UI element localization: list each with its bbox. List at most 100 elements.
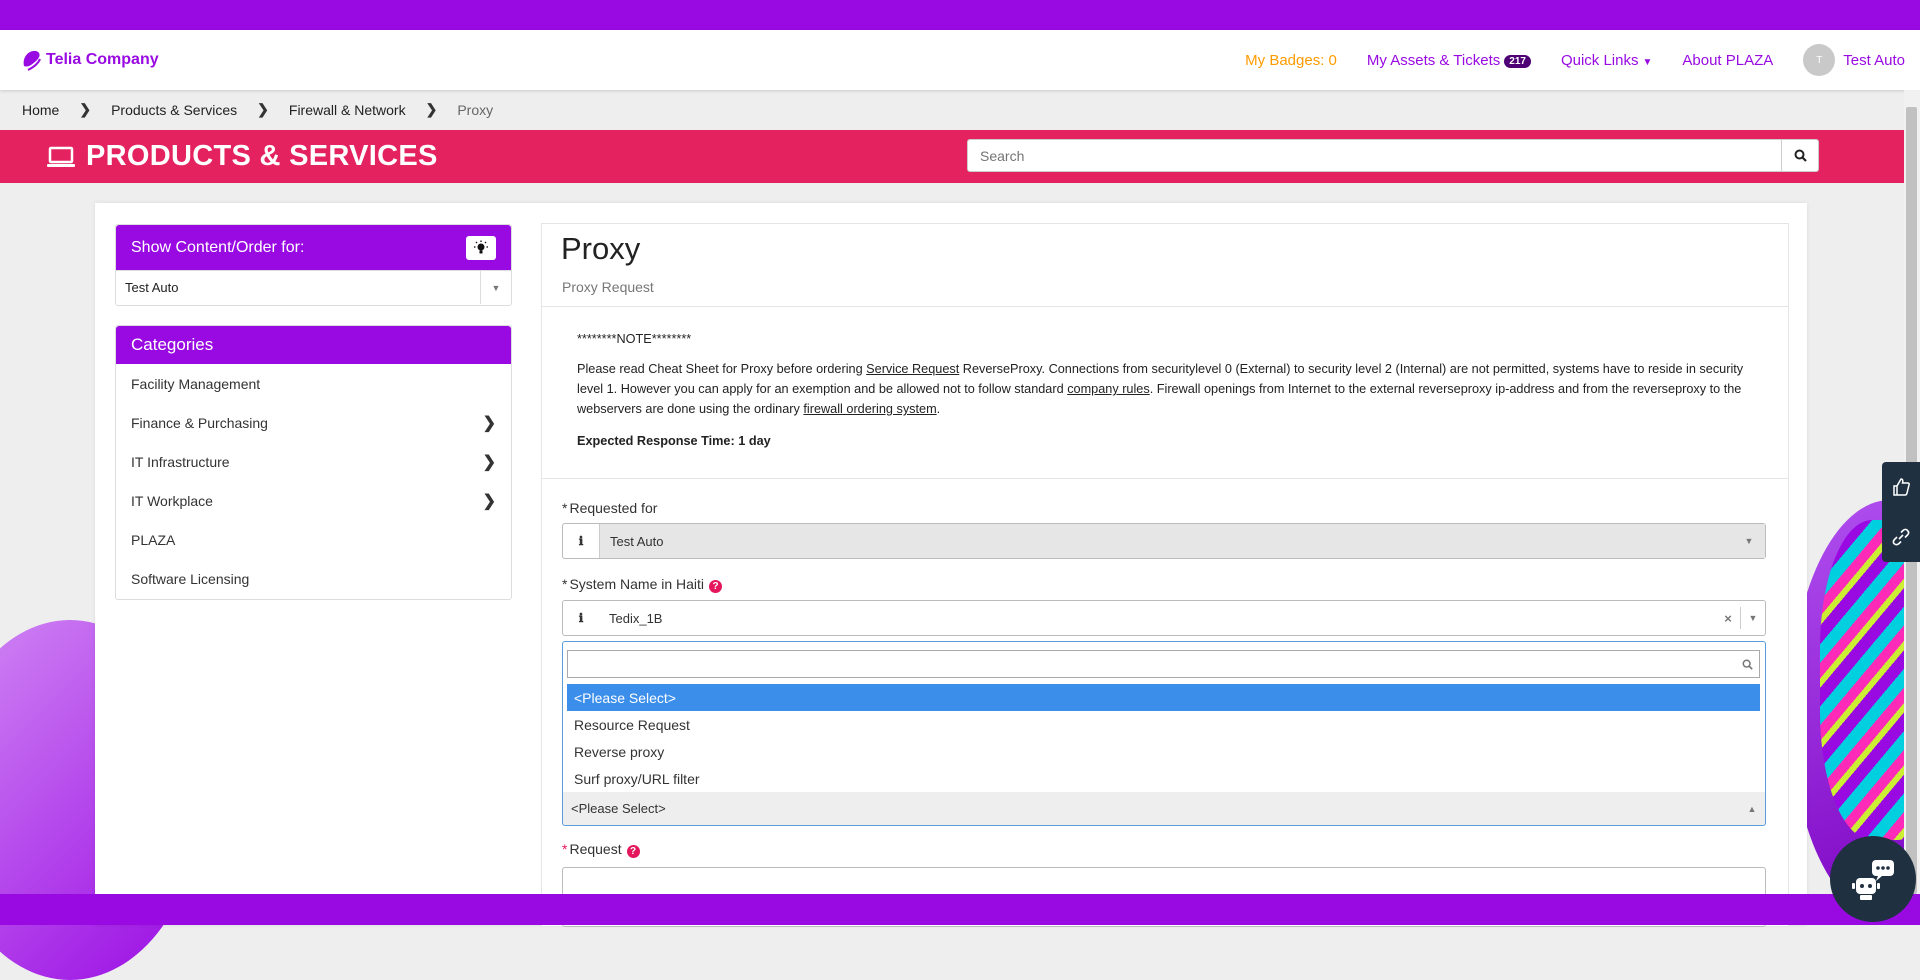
system-name-value: Tedix_1B [609,610,663,626]
caret-down-icon: ▼ [480,271,511,304]
categories-box: Categories Facility Management Finance &… [115,325,512,600]
note-text: . [936,402,941,416]
page-banner: PRODUCTS & SERVICES [0,130,1904,183]
category-label: Finance & Purchasing [131,414,268,431]
company-rules-link[interactable]: company rules [1067,382,1150,396]
category-facility-management[interactable]: Facility Management [116,364,511,403]
caret-up-icon: ▲ [1747,803,1757,814]
category-label: IT Infrastructure [131,453,230,470]
logo-text: Telia Company [46,51,159,68]
breadcrumb-home[interactable]: Home [22,102,59,118]
top-nav: My Badges: 0 My Assets & Tickets 217 Quic… [1245,30,1905,90]
chevron-right-icon: ❯ [257,101,269,117]
search-input[interactable] [968,140,1781,171]
search-button[interactable] [1781,140,1818,171]
info-icon[interactable]: ℹ [563,524,600,558]
about-plaza-link[interactable]: About PLAZA [1682,52,1773,69]
category-plaza[interactable]: PLAZA [116,520,511,559]
user-menu[interactable]: T Test Auto [1803,44,1905,76]
breadcrumb: Home ❯ Products & Services ❯ Firewall & … [22,101,493,118]
info-icon[interactable]: ℹ [563,601,599,635]
note-section: ********NOTE******** Please read Cheat S… [577,329,1757,451]
note-text: Please read Cheat Sheet for Proxy before… [577,362,867,376]
laptop-icon [47,146,75,167]
top-brand-bar [0,0,1920,30]
telia-logo[interactable]: Telia Company [20,48,159,72]
side-toolbar [1882,462,1920,562]
system-name-label-text: System Name in Haiti [569,576,705,592]
request-label: * Request? [562,841,640,858]
requested-for-label-text: Requested for [569,500,658,516]
banner-title: PRODUCTS & SERVICES [46,140,438,173]
requested-for-label: * Requested for [562,500,657,516]
requested-for-value: Test Auto [600,524,1765,558]
category-label: PLAZA [131,531,176,548]
breadcrumb-products-services[interactable]: Products & Services [111,102,237,118]
my-assets-tickets-link[interactable]: My Assets & Tickets 217 [1367,52,1531,69]
share-link-button[interactable] [1882,512,1920,562]
request-label-text: Request [569,841,622,857]
breadcrumb-current: Proxy [457,101,494,118]
dropdown-option[interactable]: Reverse proxy [567,738,1760,765]
help-icon[interactable]: ? [626,845,640,858]
quick-links-menu[interactable]: Quick Links ▼ [1561,52,1652,69]
telia-logo-icon [23,50,41,71]
dropdown-option[interactable]: Resource Request [567,711,1760,738]
my-badges-link[interactable]: My Badges: 0 [1245,52,1337,69]
show-content-header: Show Content/Order for: [116,225,511,270]
required-marker: * [562,500,568,516]
feedback-button[interactable] [1882,462,1920,512]
category-finance-purchasing[interactable]: Finance & Purchasing ❯ [116,403,511,442]
category-software-licensing[interactable]: Software Licensing [116,559,511,598]
category-label: Software Licensing [131,570,250,587]
request-type-value: <Please Select> [571,801,666,816]
requested-for-field[interactable]: ℹ Test Auto ▼ [562,523,1766,559]
chatbot-button[interactable] [1830,836,1916,922]
thumbs-up-icon [1893,478,1910,496]
user-name: Test Auto [1843,51,1905,69]
category-it-workplace[interactable]: IT Workplace ❯ [116,481,511,520]
caret-down-icon: ▼ [1642,56,1653,68]
chatbot-icon [1852,860,1894,900]
response-time: Expected Response Time: 1 day [577,434,771,448]
chevron-right-icon: ❯ [79,101,92,117]
site-header: Telia Company My Badges: 0 My Assets & T… [0,30,1920,90]
request-type-select[interactable]: <Please Select> ▲ [562,792,1766,826]
service-request-link[interactable]: Service Request [866,362,959,376]
show-content-box: Show Content/Order for: Test Auto ▼ [115,224,512,306]
page-subtitle: Proxy Request [562,279,654,295]
system-name-field[interactable]: ℹ Tedix_1B × ▼ [562,600,1766,636]
avatar: T [1803,44,1836,76]
quick-links-label: Quick Links [1560,51,1639,69]
firewall-ordering-link[interactable]: firewall ordering system [803,402,936,416]
search-box [967,139,1819,172]
note-body: Please read Cheat Sheet for Proxy before… [577,359,1757,419]
caret-down-icon[interactable]: ▼ [1741,613,1765,623]
lightbulb-button[interactable] [466,235,496,260]
chevron-right-icon: ❯ [482,414,496,432]
caret-down-icon: ▼ [1744,536,1754,546]
page-title: Proxy [561,231,641,266]
chevron-right-icon: ❯ [482,492,496,510]
chevron-right-icon: ❯ [482,453,496,471]
lightbulb-icon [474,240,488,253]
divider [542,306,1788,307]
dropdown-option[interactable]: Surf proxy/URL filter [567,765,1760,792]
category-it-infrastructure[interactable]: IT Infrastructure ❯ [116,442,511,481]
search-icon [1794,149,1807,162]
dropdown-search-box [567,650,1760,678]
clear-icon[interactable]: × [1716,611,1740,626]
show-content-title: Show Content/Order for: [131,238,305,256]
help-icon[interactable]: ? [709,580,723,593]
show-content-select[interactable]: Test Auto ▼ [116,270,511,304]
dropdown-search-input[interactable] [568,655,1742,673]
select-dropdown: <Please Select> Resource Request Reverse… [562,641,1766,792]
required-marker: * [562,841,568,857]
category-label: IT Workplace [131,492,213,509]
system-name-label: * System Name in Haiti? [562,576,723,593]
chevron-right-icon: ❯ [425,101,438,117]
dropdown-option[interactable]: <Please Select> [567,684,1760,711]
link-icon [1892,528,1910,546]
breadcrumb-firewall-network[interactable]: Firewall & Network [289,102,406,118]
catalog-item-form: Proxy Proxy Request ********NOTE********… [541,223,1789,927]
